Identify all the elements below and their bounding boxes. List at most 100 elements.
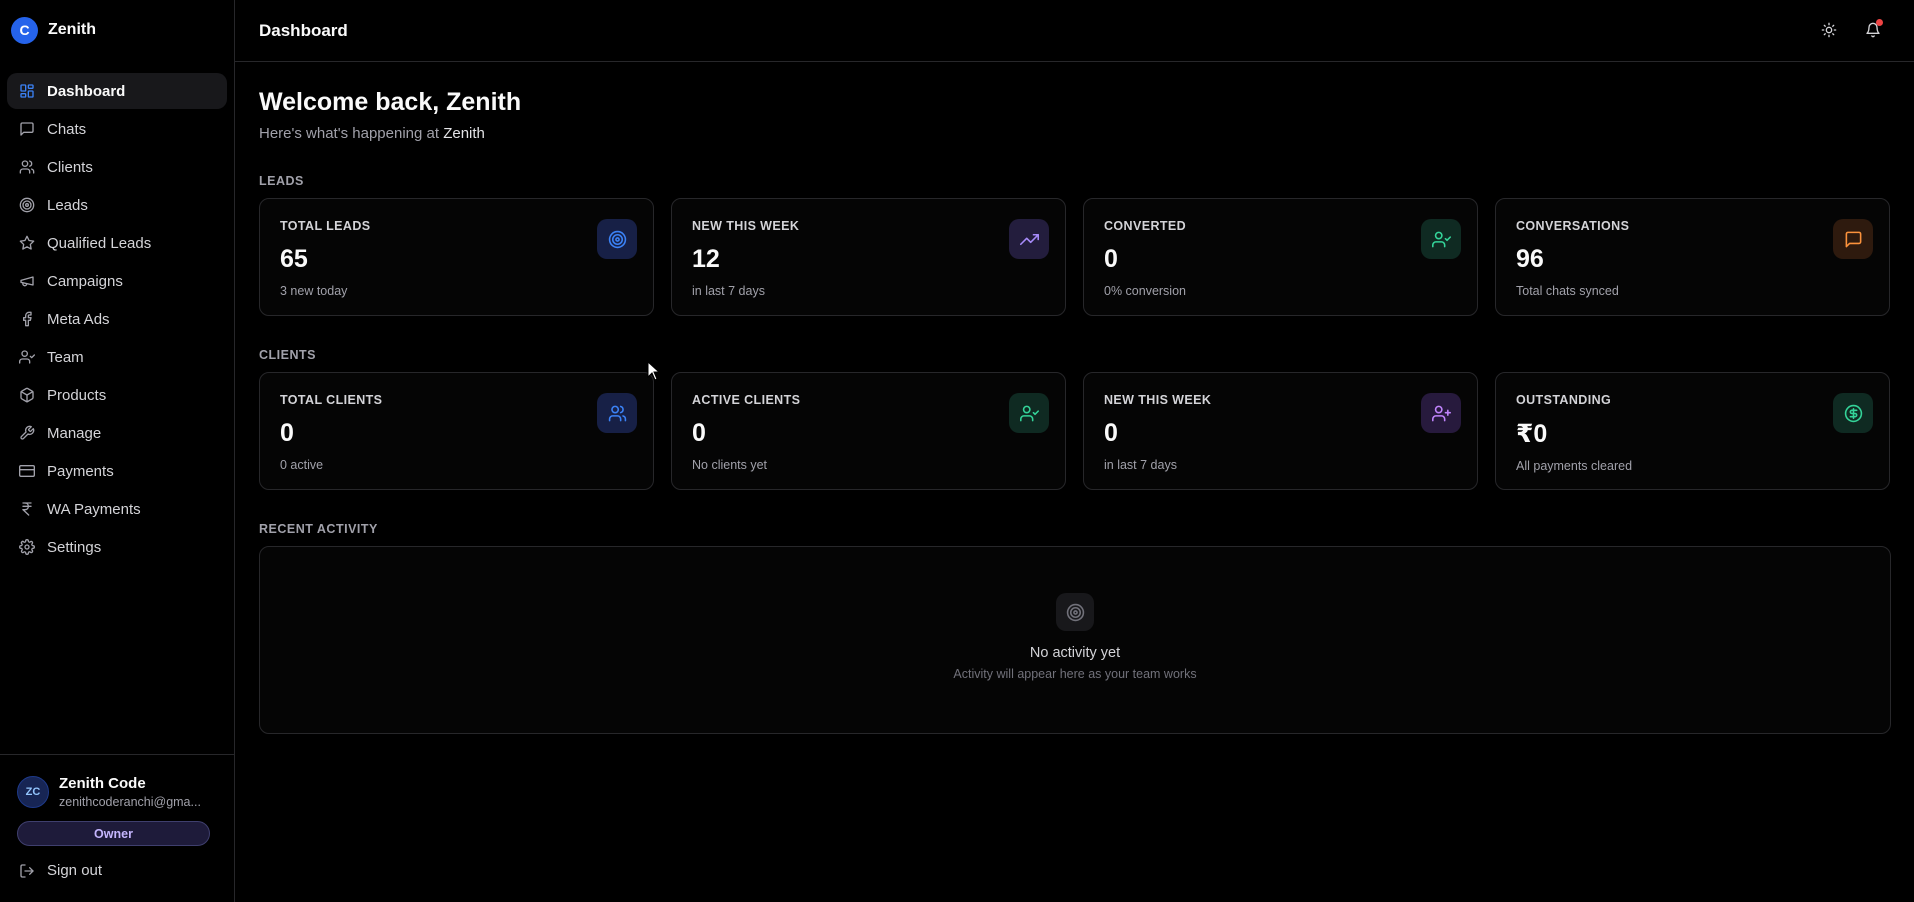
megaphone-icon: [20, 276, 34, 287]
leads-cards: TOTAL LEADS 65 3 new today NEW THIS WEEK…: [259, 198, 1891, 316]
card-label: TOTAL CLIENTS: [280, 393, 383, 407]
sidebar-item-leads[interactable]: Leads: [7, 187, 227, 223]
sidebar-item-label: Dashboard: [47, 82, 126, 100]
user-check-icon: [1421, 219, 1461, 259]
brand-name: Zenith: [48, 21, 96, 38]
sidebar-item-payments[interactable]: Payments: [7, 453, 227, 489]
card-subtext: No clients yet: [692, 458, 768, 472]
credit-card-icon: [19, 465, 35, 477]
clients-cards: TOTAL CLIENTS 0 0 active ACTIVE CLIENTS …: [259, 372, 1891, 490]
recent-activity-panel: No activity yet Activity will appear her…: [259, 546, 1891, 734]
card-subtext: 3 new today: [280, 284, 348, 298]
wrench-icon: [20, 425, 35, 440]
user-plus-icon: [1421, 393, 1461, 433]
user-info: Zenith Code zenithcoderanchi@gma...: [59, 775, 201, 809]
card-value: 65: [280, 245, 308, 273]
sidebar-item-dashboard[interactable]: Dashboard: [7, 73, 227, 109]
sidebar-item-label: Chats: [47, 120, 87, 138]
trending-up-icon: [1009, 219, 1049, 259]
stat-card-converted[interactable]: CONVERTED 0 0% conversion: [1083, 198, 1478, 316]
users-icon: [19, 160, 35, 174]
welcome-title: Welcome back, Zenith: [259, 88, 522, 116]
sidebar-item-wa-payments[interactable]: WA Payments: [7, 491, 227, 527]
dollar-circle-icon: [1833, 393, 1873, 433]
user-email: zenithcoderanchi@gma...: [59, 795, 201, 809]
card-value: 0: [692, 419, 706, 447]
card-label: CONVERTED: [1104, 219, 1187, 233]
sidebar-item-label: Payments: [47, 462, 114, 480]
card-subtext: All payments cleared: [1516, 459, 1633, 473]
sidebar-item-label: Manage: [47, 424, 102, 442]
sidebar-item-label: Campaigns: [47, 272, 123, 290]
gear-icon: [19, 539, 35, 555]
brand-logo: C: [11, 16, 38, 44]
main-content: Welcome back, Zenith Here's what's happe…: [259, 62, 1891, 734]
sidebar-item-clients[interactable]: Clients: [7, 149, 227, 185]
mouse-cursor-icon: [647, 361, 661, 381]
log-out-icon: [20, 863, 34, 878]
message-square-icon: [1833, 219, 1873, 259]
sign-out-label: Sign out: [47, 862, 103, 879]
card-subtext: in last 7 days: [692, 284, 765, 298]
message-square-icon: [20, 122, 34, 136]
page-title: Dashboard: [259, 20, 348, 40]
sidebar-item-label: Qualified Leads: [47, 234, 152, 252]
top-header: Dashboard: [235, 0, 1914, 62]
user-profile[interactable]: ZC Zenith Code zenithcoderanchi@gma...: [0, 755, 234, 809]
sign-out-button[interactable]: Sign out: [0, 846, 234, 879]
stat-card-outstanding[interactable]: OUTSTANDING ₹0 All payments cleared: [1495, 372, 1890, 490]
card-subtext: Total chats synced: [1516, 284, 1619, 298]
sidebar-item-label: Products: [47, 386, 107, 404]
empty-state-subtitle: Activity will appear here as your team w…: [953, 667, 1197, 681]
theme-toggle-button[interactable]: [1818, 19, 1840, 41]
card-subtext: 0 active: [280, 458, 324, 472]
target-icon: [1056, 593, 1094, 631]
role-badge: Owner: [17, 821, 210, 846]
card-value: 0: [1104, 419, 1118, 447]
empty-state-title: No activity yet: [1029, 645, 1121, 661]
notification-dot: [1876, 19, 1883, 26]
sidebar-item-manage[interactable]: Manage: [7, 415, 227, 451]
sidebar-item-qualified-leads[interactable]: Qualified Leads: [7, 225, 227, 261]
card-label: TOTAL LEADS: [280, 219, 371, 233]
sidebar-item-label: Clients: [47, 158, 93, 176]
header-actions: [1818, 19, 1884, 41]
welcome-subtitle-prefix: Here's what's happening at: [259, 125, 444, 142]
sidebar-item-meta-ads[interactable]: Meta Ads: [7, 301, 227, 337]
org-name: Zenith: [443, 125, 485, 142]
user-check-icon: [19, 350, 35, 364]
sidebar-item-products[interactable]: Products: [7, 377, 227, 413]
users-icon: [597, 393, 637, 433]
sidebar-item-team[interactable]: Team: [7, 339, 227, 375]
sun-icon: [1821, 22, 1837, 38]
sidebar-item-label: Leads: [47, 196, 88, 214]
notifications-button[interactable]: [1862, 19, 1884, 41]
card-label: NEW THIS WEEK: [692, 219, 800, 233]
sidebar-item-settings[interactable]: Settings: [7, 529, 227, 565]
stat-card-active-clients[interactable]: ACTIVE CLIENTS 0 No clients yet: [671, 372, 1066, 490]
rupee-icon: [22, 502, 32, 516]
card-value: 0: [1104, 245, 1118, 273]
target-icon: [19, 197, 35, 213]
stat-card-new-leads-week[interactable]: NEW THIS WEEK 12 in last 7 days: [671, 198, 1066, 316]
stat-card-new-clients-week[interactable]: NEW THIS WEEK 0 in last 7 days: [1083, 372, 1478, 490]
card-label: NEW THIS WEEK: [1104, 393, 1212, 407]
sidebar-item-campaigns[interactable]: Campaigns: [7, 263, 227, 299]
card-label: ACTIVE CLIENTS: [692, 393, 801, 407]
sidebar-item-label: Settings: [47, 538, 102, 556]
sidebar-user-panel: ZC Zenith Code zenithcoderanchi@gma... O…: [0, 754, 234, 902]
section-label-activity: RECENT ACTIVITY: [259, 522, 378, 536]
package-icon: [20, 387, 34, 403]
sidebar-item-chats[interactable]: Chats: [7, 111, 227, 147]
target-icon: [597, 219, 637, 259]
layout-grid-icon: [20, 84, 34, 98]
brand[interactable]: C Zenith: [0, 0, 234, 60]
card-label: CONVERSATIONS: [1516, 219, 1630, 233]
card-value: 96: [1516, 245, 1544, 273]
stat-card-conversations[interactable]: CONVERSATIONS 96 Total chats synced: [1495, 198, 1890, 316]
sidebar-item-label: WA Payments: [47, 500, 141, 518]
sidebar-nav: Dashboard Chats Clients Leads Qualified …: [0, 73, 234, 565]
card-subtext: 0% conversion: [1104, 284, 1186, 298]
stat-card-total-leads[interactable]: TOTAL LEADS 65 3 new today: [259, 198, 654, 316]
stat-card-total-clients[interactable]: TOTAL CLIENTS 0 0 active: [259, 372, 654, 490]
